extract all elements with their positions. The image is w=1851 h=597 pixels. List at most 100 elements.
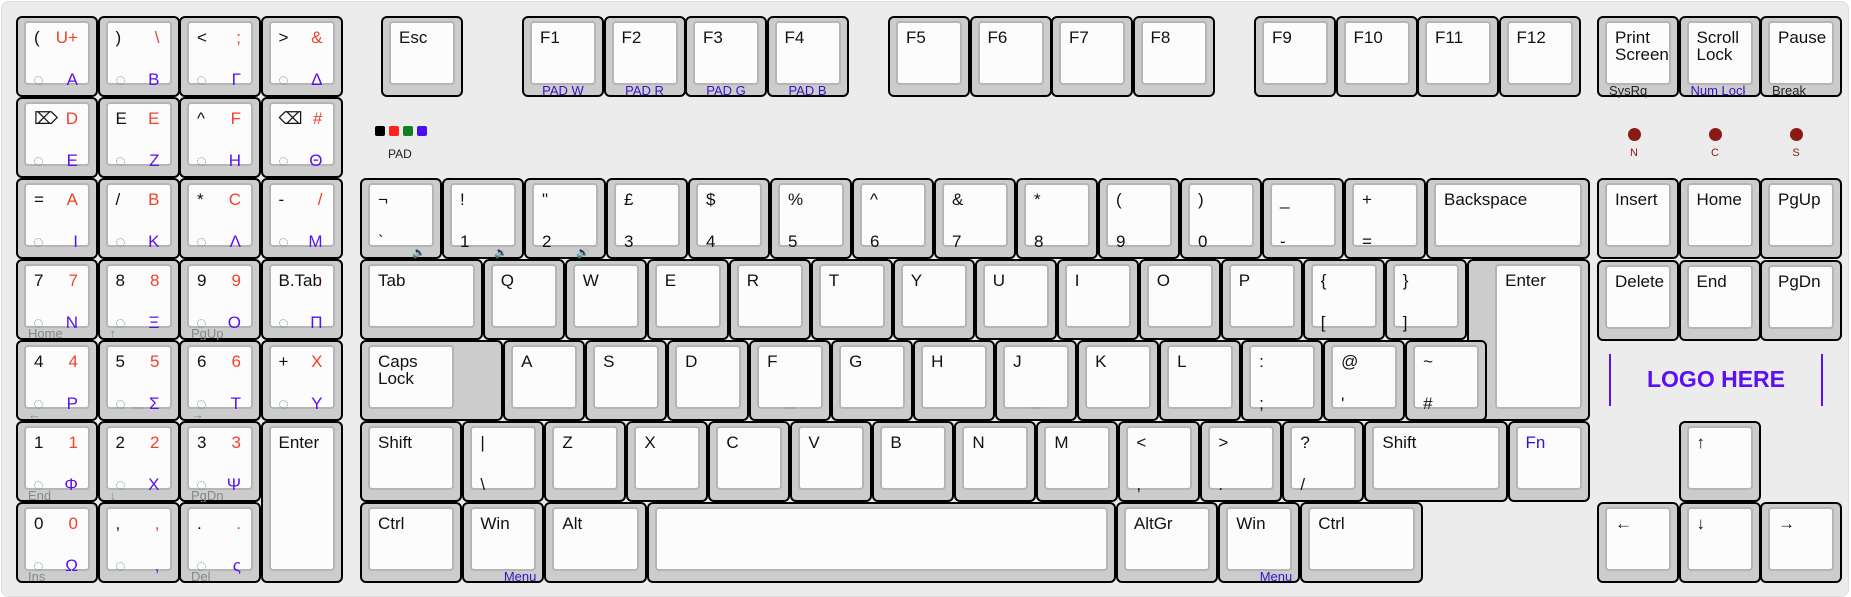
numpad-key[interactable]: ,,, (97, 502, 180, 583)
f5-key[interactable]: F5 (888, 16, 970, 97)
key[interactable]: A (503, 340, 586, 421)
f1-key[interactable]: F1 PAD W (522, 16, 604, 98)
key[interactable]: ) 0 (1180, 178, 1262, 259)
numpad-key[interactable]: E E Ζ (97, 97, 180, 178)
key[interactable]: W (564, 259, 647, 340)
nav-key[interactable]: Print Screen SysRq (1597, 16, 1679, 98)
f8-key[interactable]: F8 (1132, 16, 1215, 97)
key[interactable]: Z (544, 421, 627, 502)
key[interactable]: O (1138, 259, 1221, 340)
key[interactable]: ¬ ` 🔈 (360, 178, 442, 259)
numpad-key[interactable]: (U+ Α (16, 16, 98, 97)
f11-key[interactable]: F11 (1417, 16, 1499, 97)
nav-key[interactable]: Pause Break (1760, 16, 1842, 98)
key[interactable]: ! 1 🔉 (442, 178, 524, 259)
nav-cluster-key[interactable]: Home (1678, 178, 1761, 259)
key[interactable]: K (1077, 340, 1160, 421)
numpad-key[interactable]: > & Δ (260, 16, 343, 97)
key[interactable]: }] (1384, 259, 1467, 340)
key[interactable]: Tab (360, 259, 483, 340)
numpad-key[interactable]: / B Κ (97, 178, 180, 259)
numpad-key[interactable]: Enter (260, 421, 343, 583)
numpad-key[interactable]: 6 6 Τ → (179, 340, 261, 422)
key[interactable]: G (831, 340, 914, 421)
key[interactable]: R (728, 259, 811, 340)
key[interactable]: Alt (544, 502, 647, 583)
key[interactable]: Win Menu (1218, 502, 1301, 584)
numpad-key[interactable]: + X Υ (260, 340, 343, 421)
key[interactable]: T (810, 259, 893, 340)
key[interactable]: U (974, 259, 1057, 340)
f7-key[interactable]: F7 (1051, 16, 1133, 97)
key[interactable]: ^ 6 (852, 178, 934, 259)
f2-key[interactable]: F2 PAD R (603, 16, 686, 98)
key[interactable]: $4 (688, 178, 770, 259)
key[interactable]: D (667, 340, 750, 421)
key[interactable]: _ - (1262, 178, 1344, 259)
key[interactable]: H (913, 340, 996, 421)
key[interactable]: E (646, 259, 729, 340)
numpad-key[interactable]: 7 7 Ν Home (16, 259, 98, 341)
nav-cluster-key[interactable]: PgUp (1760, 178, 1842, 259)
key[interactable]: & 7 (934, 178, 1016, 259)
numpad-key[interactable]: 3 3 Ψ PgDn (179, 421, 261, 503)
f10-key[interactable]: F10 (1335, 16, 1418, 97)
nav-cluster-key[interactable]: End (1678, 259, 1761, 341)
key[interactable]: @ ' (1323, 340, 1406, 421)
key[interactable]: B (872, 421, 955, 502)
esc-key[interactable]: Esc (381, 16, 463, 97)
key[interactable]: N (954, 421, 1037, 502)
arrow-key[interactable]: ↑ (1678, 421, 1761, 502)
key[interactable]: * 8 (1016, 178, 1098, 259)
key[interactable]: Y (892, 259, 975, 340)
numpad-key[interactable]: B.Tab: Π (260, 259, 343, 340)
key[interactable]: | \ (462, 421, 545, 502)
numpad-key[interactable]: ^ F Η (179, 97, 261, 178)
key[interactable]: Win Menu (462, 502, 545, 584)
key[interactable]: M (1036, 421, 1119, 502)
key[interactable]: <, (1118, 421, 1201, 502)
numpad-key[interactable]: 1 1 Φ End (16, 421, 98, 503)
key[interactable]: Shift (1364, 421, 1508, 502)
f9-key[interactable]: F9 (1254, 16, 1336, 97)
key[interactable]: Ctrl (1300, 502, 1423, 583)
f6-key[interactable]: F6 (969, 16, 1052, 97)
key[interactable]: >. (1200, 421, 1283, 502)
arrow-key[interactable]: ↓ (1678, 502, 1761, 583)
caps-lock-key[interactable]: Caps Lock (360, 340, 504, 421)
key[interactable]: P (1220, 259, 1303, 340)
f3-key[interactable]: F3 PAD G (685, 16, 767, 98)
key[interactable]: (9 (1098, 178, 1180, 259)
numpad-key[interactable]: 8 8 Ξ ↑ (97, 259, 180, 341)
key[interactable]: J _ (995, 340, 1078, 421)
numpad-key[interactable]: * C Λ (179, 178, 261, 259)
key[interactable]: + = (1344, 178, 1426, 259)
nav-cluster-key[interactable]: Insert (1597, 178, 1679, 259)
key[interactable]: X (626, 421, 709, 502)
nav-cluster-key[interactable]: PgDn (1760, 259, 1842, 341)
numpad-key[interactable]: <; Γ (179, 16, 261, 97)
key[interactable]: ? / (1282, 421, 1365, 502)
key[interactable]: I (1056, 259, 1139, 340)
f4-key[interactable]: F4 PAD B (766, 16, 849, 98)
numpad-key[interactable]: 9 9 Ο PgUp (179, 259, 261, 341)
key[interactable]: £3 (606, 178, 688, 259)
key[interactable]: F _ (749, 340, 832, 421)
key[interactable]: Q (482, 259, 565, 340)
key[interactable]: ~ # (1405, 340, 1488, 421)
nav-key[interactable]: Scroll Lock Num Lock (1678, 16, 1761, 98)
numpad-key[interactable]: ⌦ D Ε (16, 97, 98, 178)
key[interactable]: Fn (1507, 421, 1590, 502)
numpad-key[interactable]: 4 4 Ρ ← (16, 340, 98, 422)
key[interactable]: Shift (360, 421, 463, 502)
key[interactable]: :; (1241, 340, 1324, 421)
key[interactable]: V (790, 421, 873, 502)
key[interactable]: C (708, 421, 791, 502)
numpad-key[interactable]: - / Μ (260, 178, 343, 259)
f12-key[interactable]: F12 (1498, 16, 1581, 97)
key[interactable]: AltGr (1115, 502, 1219, 583)
numpad-key[interactable]: ) \ Β (97, 16, 180, 97)
key[interactable]: " 2 🔊 (524, 178, 606, 259)
key[interactable] (646, 502, 1116, 583)
nav-cluster-key[interactable]: Delete (1597, 259, 1679, 341)
